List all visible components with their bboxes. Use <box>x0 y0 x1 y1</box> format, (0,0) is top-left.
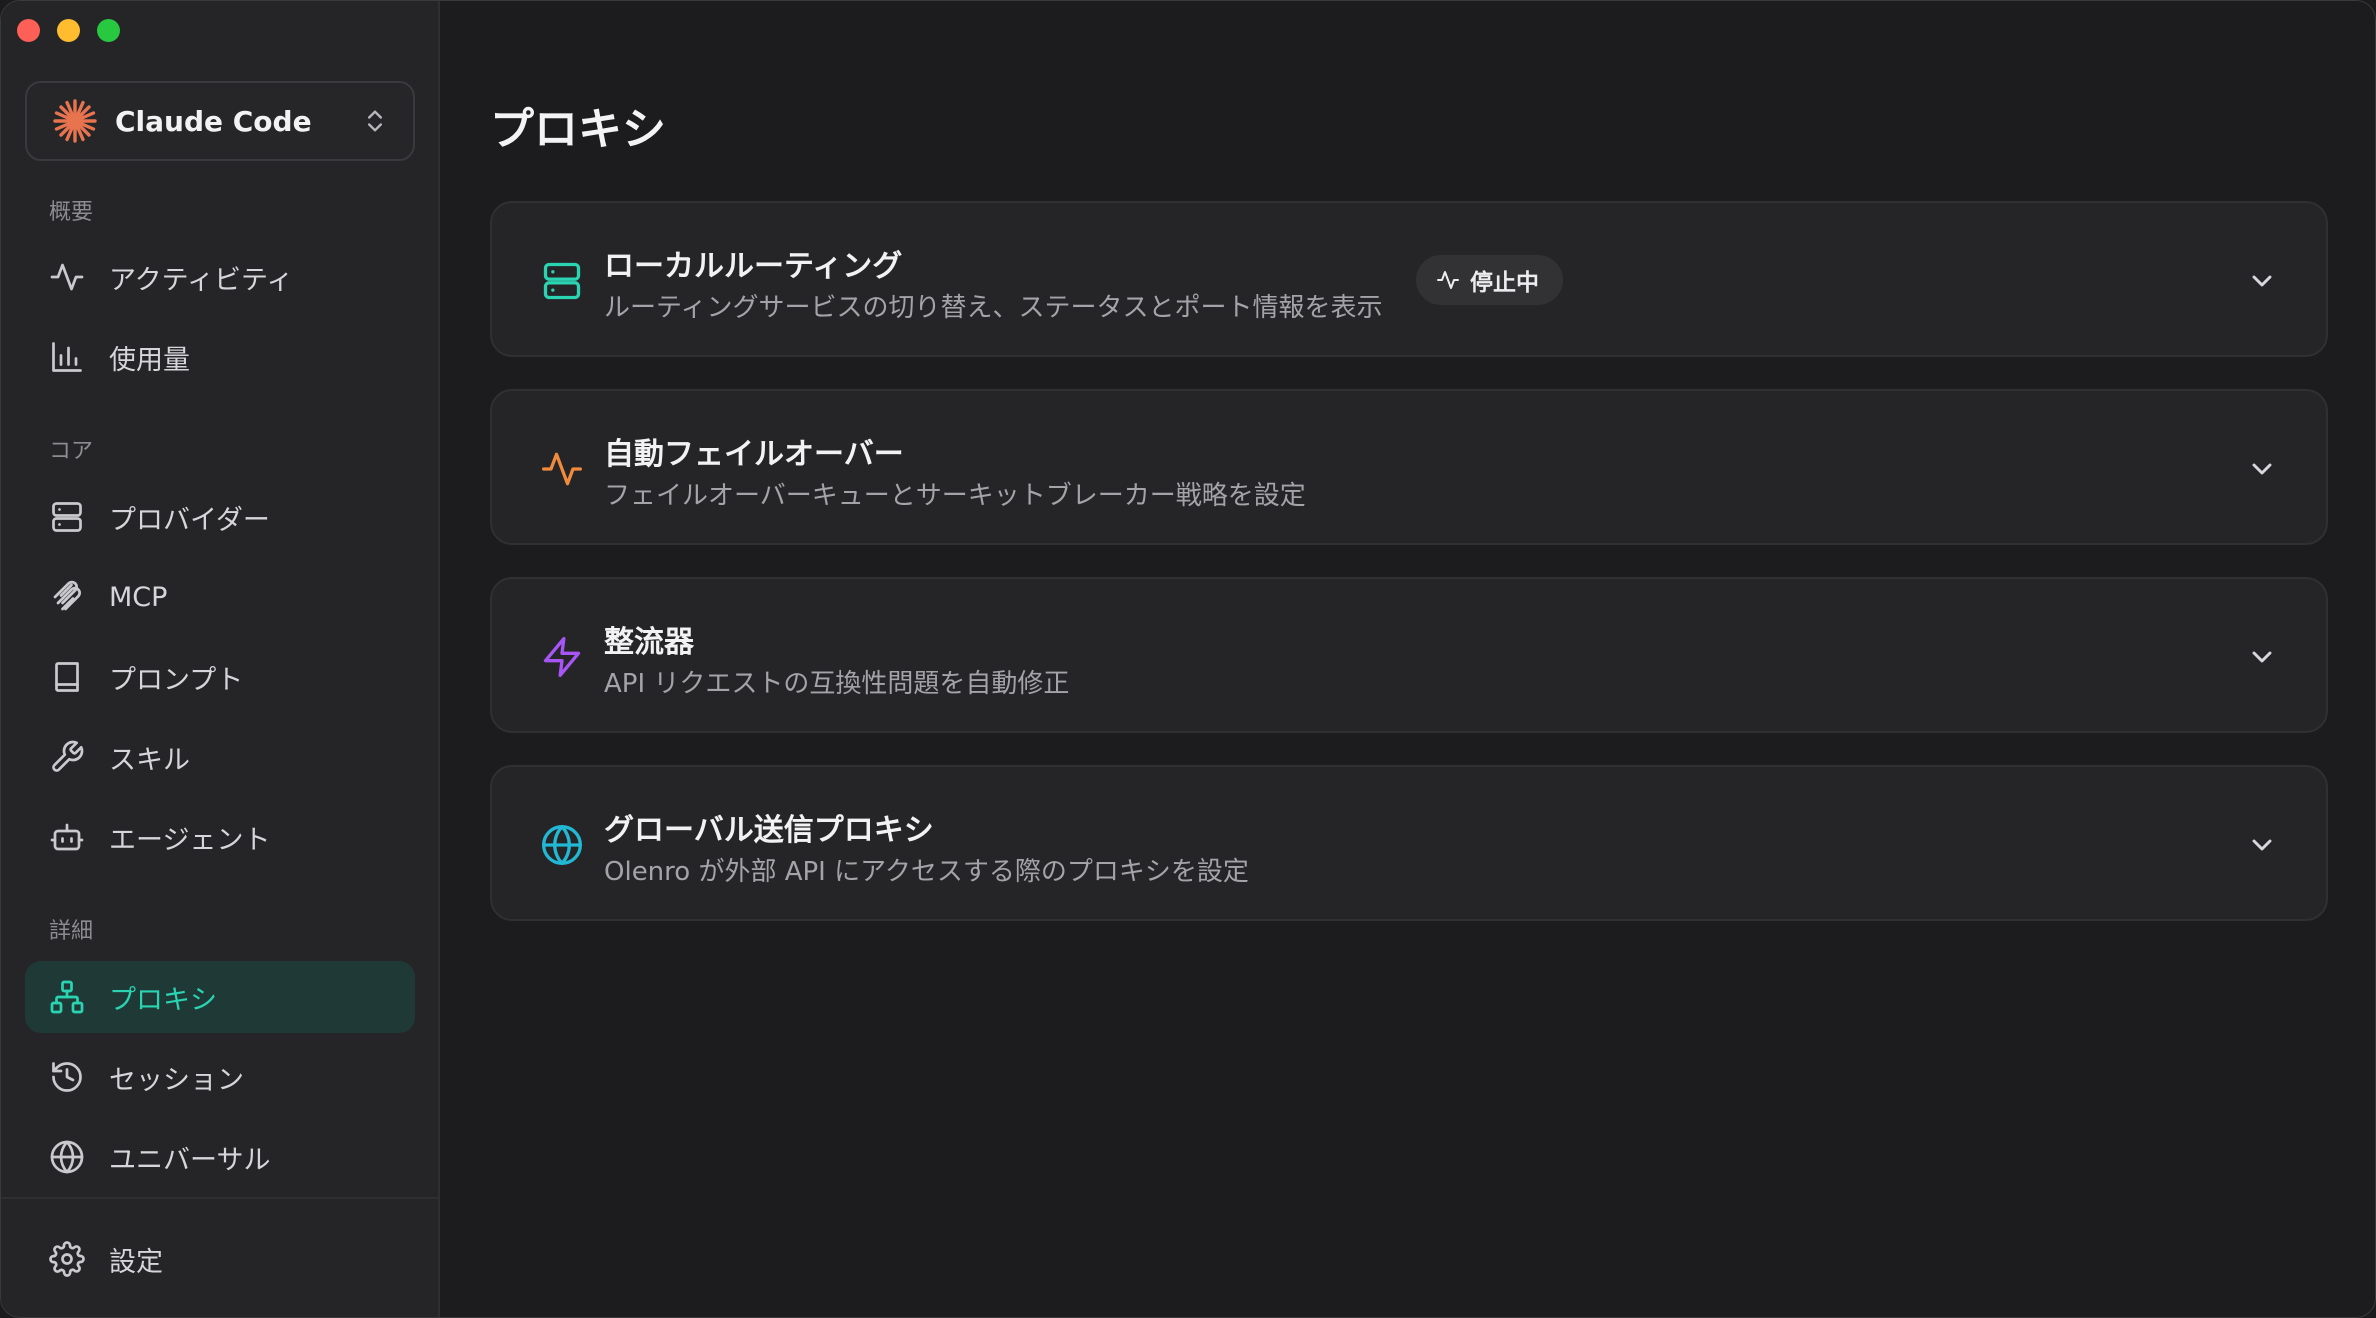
sidebar-divider <box>1 1197 440 1199</box>
sidebar-item-usage[interactable]: 使用量 <box>25 321 415 393</box>
app-window: Claude Code 概要 アクティビティ 使用量 コア プロバイダー MCP… <box>0 0 2376 1318</box>
sidebar-item-providers[interactable]: プロバイダー <box>25 481 415 553</box>
section-label-overview: 概要 <box>49 200 94 225</box>
sidebar-item-label: プロバイダー <box>109 504 270 536</box>
window-controls <box>17 19 120 42</box>
card-global-outbound-proxy[interactable]: グローバル送信プロキシ Olenro が外部 API にアクセスする際のプロキシ… <box>490 765 2328 921</box>
activity-icon <box>540 447 584 491</box>
sidebar-item-label: アクティビティ <box>109 264 294 296</box>
sidebar-item-proxy[interactable]: プロキシ <box>25 961 415 1033</box>
chevron-down-icon[interactable] <box>2246 641 2278 673</box>
sidebar-item-universal[interactable]: ユニバーサル <box>25 1121 415 1193</box>
status-badge: 停止中 <box>1416 255 1563 305</box>
sidebar-item-agents[interactable]: エージェント <box>25 801 415 873</box>
minimize-window-button[interactable] <box>57 19 80 42</box>
card-title: 自動フェイルオーバー <box>604 437 904 472</box>
sidebar-item-label: 設定 <box>109 1246 163 1278</box>
activity-icon <box>1437 271 1459 289</box>
close-window-button[interactable] <box>17 19 40 42</box>
server-icon <box>540 259 584 303</box>
card-subtitle: ルーティングサービスの切り替え、ステータスとポート情報を表示 <box>604 293 1383 323</box>
mcp-icon <box>49 579 85 615</box>
sidebar-item-mcp[interactable]: MCP <box>25 561 415 633</box>
sidebar-item-label: セッション <box>109 1064 244 1096</box>
card-rectifier[interactable]: 整流器 API リクエストの互換性問題を自動修正 <box>490 577 2328 733</box>
section-label-core: コア <box>49 439 94 464</box>
sidebar-item-label: プロキシ <box>109 984 217 1016</box>
history-icon <box>49 1059 85 1095</box>
gear-icon <box>49 1241 85 1277</box>
sidebar-item-prompts[interactable]: プロンプト <box>25 641 415 713</box>
card-subtitle: Olenro が外部 API にアクセスする際のプロキシを設定 <box>604 857 1249 887</box>
zoom-window-button[interactable] <box>97 19 120 42</box>
chevron-down-icon[interactable] <box>2246 829 2278 861</box>
bot-icon <box>49 819 85 855</box>
app-switcher[interactable]: Claude Code <box>25 81 415 161</box>
sidebar-item-label: 使用量 <box>109 344 190 376</box>
globe-icon <box>540 823 584 867</box>
card-title: 整流器 <box>604 625 694 660</box>
main-content: プロキシ ローカルルーティング ルーティングサービスの切り替え、ステータスとポー… <box>442 1 2375 1317</box>
book-icon <box>49 659 85 695</box>
sidebar-item-label: プロンプト <box>109 664 244 696</box>
card-local-routing[interactable]: ローカルルーティング ルーティングサービスの切り替え、ステータスとポート情報を表… <box>490 201 2328 357</box>
card-title: グローバル送信プロキシ <box>604 813 934 848</box>
sidebar-item-settings[interactable]: 設定 <box>25 1223 415 1295</box>
sidebar-item-label: スキル <box>109 744 190 776</box>
chevron-down-icon[interactable] <box>2246 265 2278 297</box>
card-subtitle: API リクエストの互換性問題を自動修正 <box>604 669 1070 699</box>
bar-chart-icon <box>49 339 85 375</box>
chevron-down-icon[interactable] <box>2246 453 2278 485</box>
sidebar-item-activity[interactable]: アクティビティ <box>25 241 415 313</box>
zap-icon <box>540 635 584 679</box>
sidebar-item-sessions[interactable]: セッション <box>25 1041 415 1113</box>
sidebar-item-label: ユニバーサル <box>109 1144 271 1176</box>
chevron-up-down-icon <box>368 110 382 132</box>
card-auto-failover[interactable]: 自動フェイルオーバー フェイルオーバーキューとサーキットブレーカー戦略を設定 <box>490 389 2328 545</box>
globe-icon <box>49 1139 85 1175</box>
claude-logo-icon <box>53 99 97 143</box>
sidebar: Claude Code 概要 アクティビティ 使用量 コア プロバイダー MCP… <box>1 1 440 1317</box>
sidebar-item-skills[interactable]: スキル <box>25 721 415 793</box>
server-icon <box>49 499 85 535</box>
card-title: ローカルルーティング <box>604 249 903 284</box>
status-badge-label: 停止中 <box>1470 270 1539 296</box>
wrench-icon <box>49 739 85 775</box>
page-title: プロキシ <box>490 104 666 155</box>
card-subtitle: フェイルオーバーキューとサーキットブレーカー戦略を設定 <box>604 481 1306 511</box>
sidebar-item-label: MCP <box>109 581 168 613</box>
app-name: Claude Code <box>115 104 312 138</box>
sidebar-item-label: エージェント <box>109 824 271 856</box>
section-label-details: 詳細 <box>49 919 94 944</box>
network-icon <box>49 979 85 1015</box>
activity-icon <box>49 259 85 295</box>
